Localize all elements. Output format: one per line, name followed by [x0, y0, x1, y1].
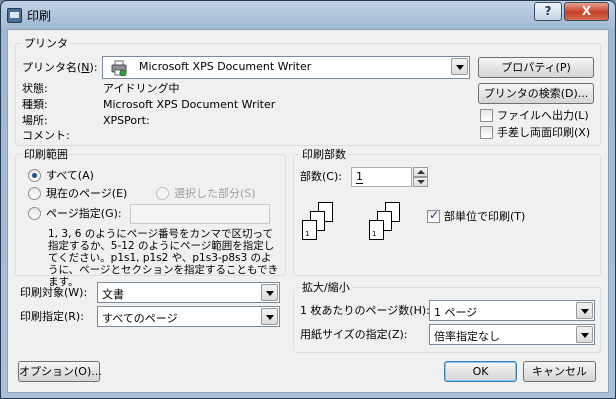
status-value: アイドリング中: [103, 82, 180, 95]
range-current-radio[interactable]: [28, 187, 41, 200]
range-selection-label: 選択した部分(S): [174, 187, 256, 200]
copies-down-spinner[interactable]: [413, 177, 428, 187]
range-all-radio[interactable]: [28, 169, 41, 182]
options-button[interactable]: オプション(O)...: [18, 361, 102, 382]
copies-count-value: 1: [356, 170, 363, 184]
window-title: 印刷: [27, 9, 52, 23]
chevron-down-icon[interactable]: [261, 284, 278, 301]
dialog-body: プリンタ プリンタ名(N): Microsoft XPS Document Wr…: [7, 29, 609, 393]
pages-per-sheet-select[interactable]: 1 ページ: [429, 300, 595, 321]
print-dialog: 印刷 ? X プリンタ プリンタ名(N): Microsoft XPS Docu…: [0, 0, 616, 399]
status-label: 状態:: [22, 82, 48, 95]
range-all-label[interactable]: すべて(A): [46, 169, 94, 183]
properties-button[interactable]: プロパティ(P): [478, 57, 594, 78]
chevron-down-icon[interactable]: [451, 58, 468, 75]
range-selection-radio: [156, 187, 169, 200]
printer-name-label: プリンタ名(N):: [22, 61, 98, 74]
print-what-value: 文書: [102, 288, 124, 301]
type-label: 種類:: [22, 98, 48, 111]
find-printer-button[interactable]: プリンタの検索(D)...: [478, 83, 594, 104]
range-current-label[interactable]: 現在のページ(E): [46, 187, 127, 201]
chevron-down-icon[interactable]: [261, 308, 278, 325]
help-button[interactable]: ?: [534, 2, 562, 21]
app-icon: [7, 8, 22, 23]
collate-page-1a: 1: [302, 220, 317, 240]
manual-duplex-checkbox[interactable]: [480, 126, 493, 139]
collate-page-1b: 1: [369, 220, 384, 240]
manual-duplex-label[interactable]: 手差し両面印刷(X): [497, 126, 590, 140]
collate-label[interactable]: 部単位で印刷(T): [444, 210, 525, 224]
pages-per-sheet-value: 1 ページ: [434, 306, 478, 319]
scale-label: 用紙サイズの指定(Z):: [300, 328, 408, 341]
printer-group-label: プリンタ: [22, 37, 70, 50]
cancel-button[interactable]: キャンセル: [523, 361, 596, 382]
scale-select[interactable]: 倍率指定なし: [429, 324, 595, 345]
range-pages-label[interactable]: ページ指定(G):: [46, 207, 122, 221]
print-range-group-label: 印刷範囲: [22, 148, 70, 161]
where-value: XPSPort:: [103, 114, 150, 127]
copies-count-label: 部数(C):: [300, 170, 342, 183]
scale-value: 倍率指定なし: [434, 330, 500, 343]
close-button[interactable]: X: [564, 2, 609, 21]
print-to-file-checkbox[interactable]: [480, 109, 493, 122]
print-pages-select[interactable]: すべてのページ: [97, 306, 280, 327]
comment-label: コメント:: [22, 129, 70, 142]
print-what-select[interactable]: 文書: [97, 282, 280, 303]
collate-checkbox[interactable]: [427, 208, 440, 223]
title-bar[interactable]: 印刷 ? X: [1, 1, 615, 29]
print-to-file-label[interactable]: ファイルへ出力(L): [497, 109, 589, 123]
printer-icon: [111, 60, 127, 76]
chevron-down-icon[interactable]: [576, 302, 593, 319]
type-value: Microsoft XPS Document Writer: [103, 98, 276, 111]
where-label: 場所:: [22, 114, 48, 127]
pages-per-sheet-label: 1 枚あたりのページ数(H):: [300, 304, 430, 317]
copies-group-label: 印刷部数: [300, 148, 348, 161]
print-pages-value: すべてのページ: [102, 312, 178, 325]
page-range-hint: 1, 3, 6 のようにページ番号をカンマで区切って指定するか、5-12 のよう…: [48, 228, 279, 288]
copies-count-input[interactable]: 1: [351, 167, 412, 187]
printer-select-value: Microsoft XPS Document Writer: [139, 60, 312, 73]
printer-select[interactable]: Microsoft XPS Document Writer: [102, 56, 470, 79]
ok-button[interactable]: OK: [444, 361, 517, 382]
page-range-input[interactable]: [130, 204, 270, 224]
range-pages-radio[interactable]: [28, 207, 41, 220]
print-pages-label: 印刷指定(R):: [20, 310, 84, 323]
copies-up-spinner[interactable]: [413, 167, 428, 177]
zoom-group-label: 拡大/縮小: [300, 281, 352, 294]
chevron-down-icon[interactable]: [576, 326, 593, 343]
print-what-label: 印刷対象(W):: [20, 286, 88, 299]
